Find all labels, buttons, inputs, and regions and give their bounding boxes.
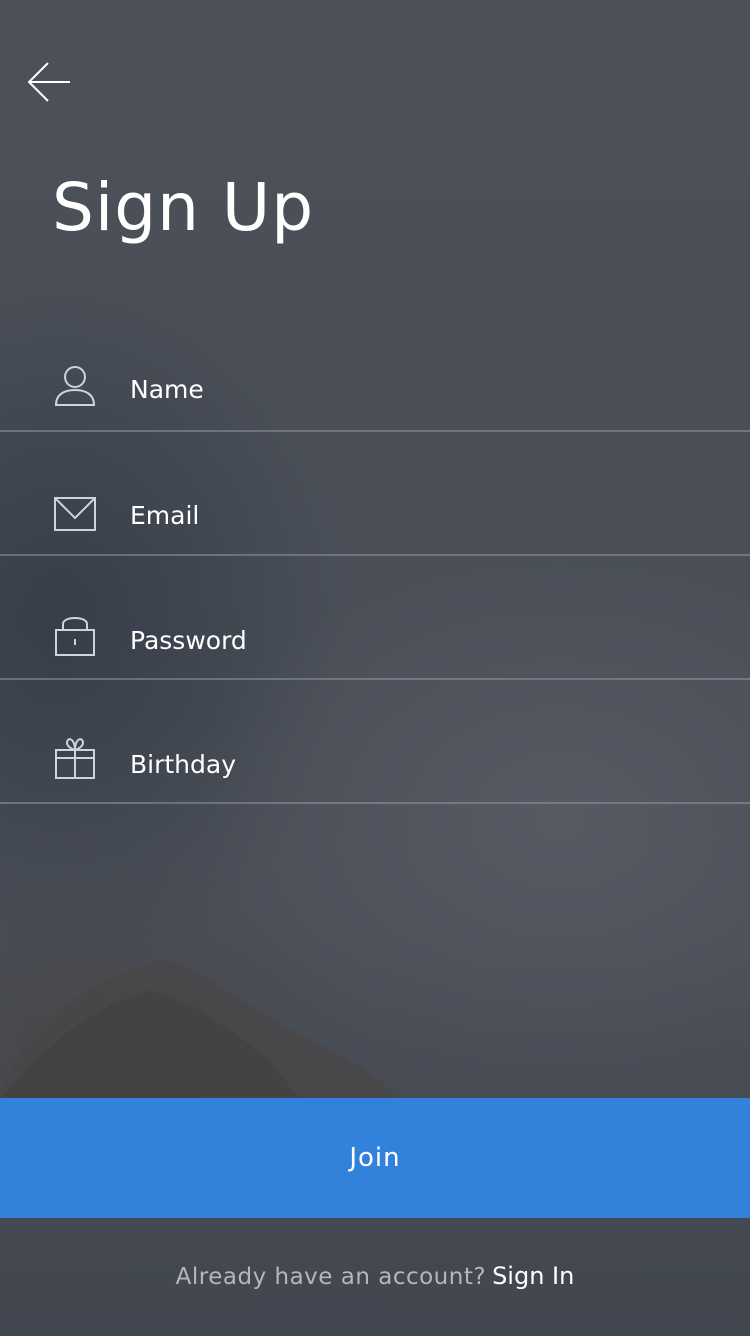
sign-up-form (0, 308, 750, 804)
email-input[interactable] (130, 492, 710, 538)
join-button[interactable]: Join (0, 1098, 750, 1218)
user-icon (54, 366, 96, 406)
background-mountain (0, 958, 400, 1100)
lock-icon (55, 617, 95, 656)
page-title: Sign Up (52, 169, 315, 246)
birthday-input[interactable] (130, 741, 710, 787)
arrow-left-icon (27, 62, 70, 102)
envelope-icon (54, 497, 96, 531)
password-field-row (0, 556, 750, 680)
sign-in-link[interactable]: Sign In (492, 1262, 574, 1290)
name-input[interactable] (130, 366, 710, 412)
sign-up-screen: Sign Up Name Email Birthday Join Already… (0, 0, 750, 1336)
already-have-account-text: Already have an account? (175, 1264, 487, 1290)
password-input[interactable] (130, 617, 710, 663)
gift-icon (55, 738, 95, 779)
name-field-row (0, 308, 750, 432)
birthday-field-row (0, 680, 750, 804)
back-button[interactable] (24, 56, 76, 108)
email-field-row (0, 432, 750, 556)
sign-in-prompt: Already have an account? Sign In (0, 1258, 750, 1295)
